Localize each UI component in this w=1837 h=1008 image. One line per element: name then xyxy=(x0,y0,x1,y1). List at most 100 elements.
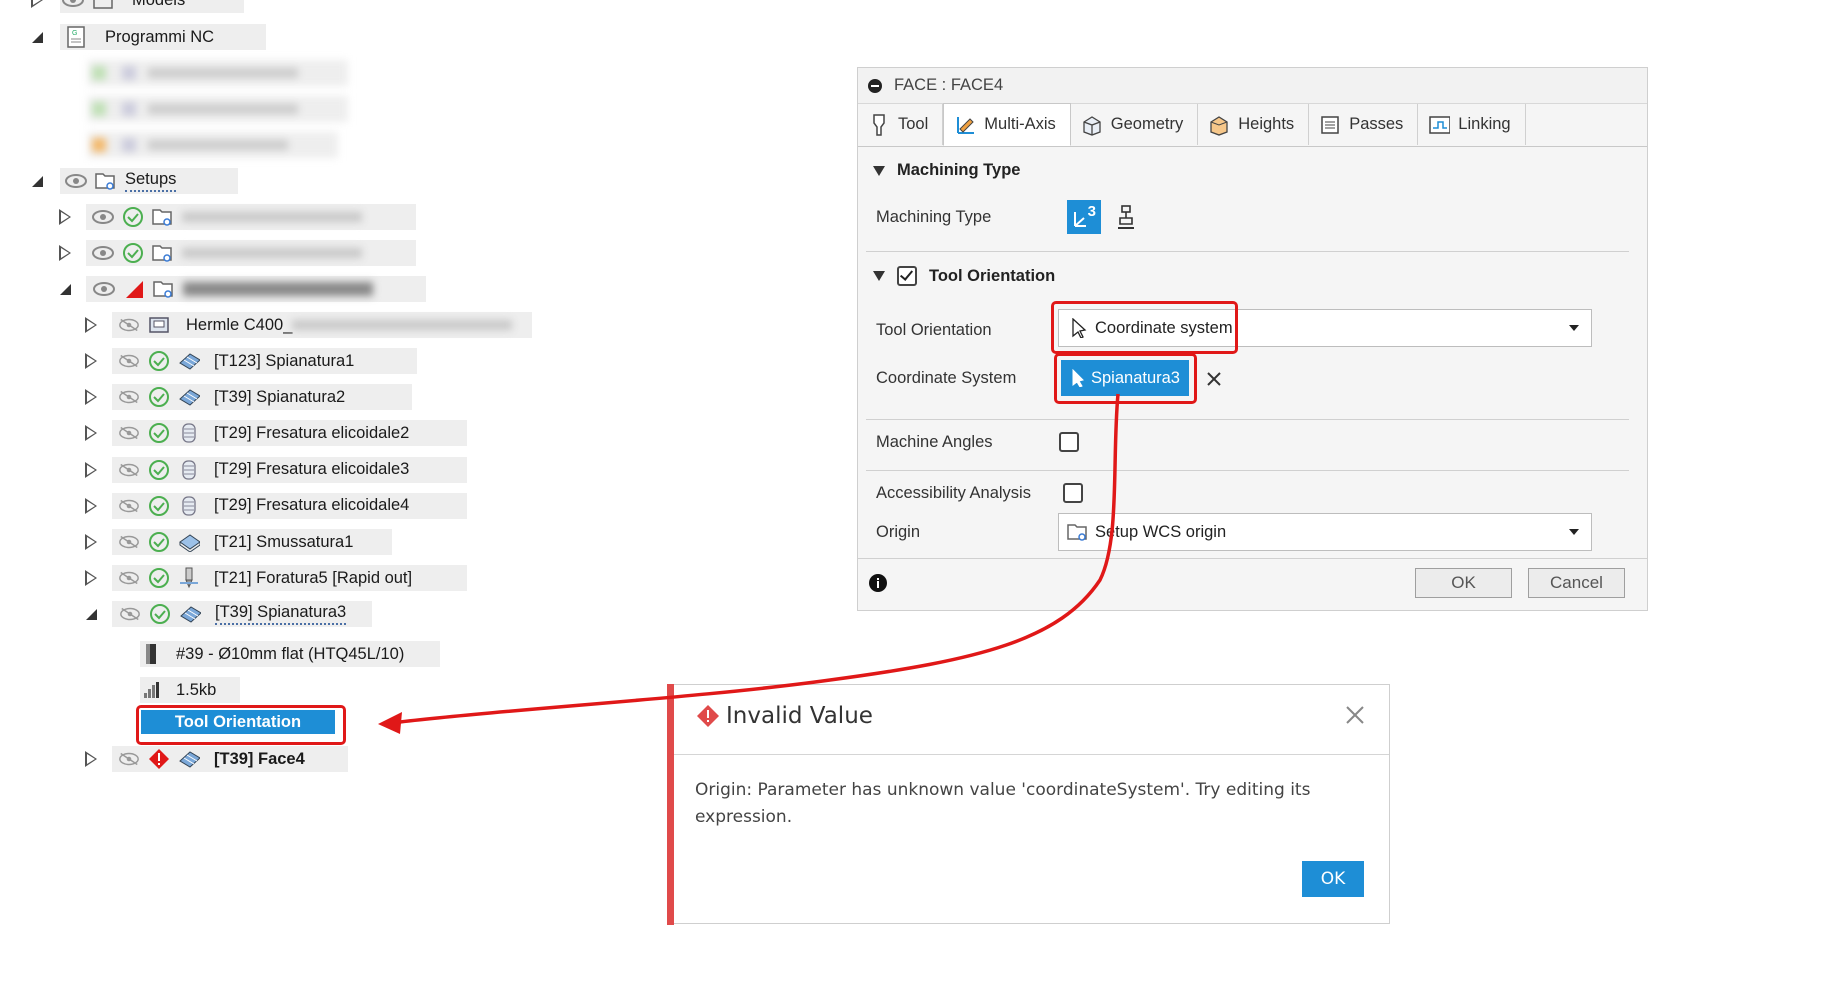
machine-angles-label: Machine Angles xyxy=(876,433,993,451)
eye-hidden-icon[interactable] xyxy=(118,314,140,336)
tree-row-nc-blurred[interactable] xyxy=(88,95,348,123)
machining-type-3axis-button[interactable]: 3 xyxy=(1067,200,1101,234)
tree-row-tool[interactable]: #39 - Ø10mm flat (HTQ45L/10) xyxy=(140,640,440,668)
tree-row-models[interactable]: Models xyxy=(31,0,244,14)
expand-icon[interactable] xyxy=(59,209,71,225)
section-title: Machining Type xyxy=(897,161,1021,179)
eye-icon[interactable] xyxy=(65,170,87,192)
collapse-icon[interactable] xyxy=(32,31,43,43)
popup-ok-button[interactable]: OK xyxy=(1302,861,1364,897)
error-diamond-icon xyxy=(148,748,170,770)
face-dialog: FACE : FACE4 Tool Multi-Axis Geometry He… xyxy=(857,67,1648,611)
tree-row-operation[interactable]: [T29] Fresatura elicoidale4 xyxy=(85,492,467,520)
info-icon[interactable] xyxy=(868,573,888,593)
ok-button[interactable]: OK xyxy=(1415,568,1512,598)
expand-icon[interactable] xyxy=(85,425,97,442)
divider xyxy=(674,754,1389,755)
expand-icon[interactable] xyxy=(85,461,97,478)
collapse-icon[interactable] xyxy=(60,283,71,295)
expand-icon[interactable] xyxy=(59,245,71,261)
section-machining-type[interactable]: Machining Type xyxy=(873,161,1020,180)
dropdown-caret-icon[interactable] xyxy=(1569,529,1579,535)
machine-angles-checkbox[interactable] xyxy=(1059,432,1079,452)
invalid-value-popup: Invalid Value Origin: Parameter has unkn… xyxy=(667,684,1390,925)
eye-hidden-icon[interactable] xyxy=(118,567,140,589)
tree-row-face4[interactable]: [T39] Face4 xyxy=(85,745,348,773)
section-collapse-icon[interactable] xyxy=(873,271,885,281)
origin-label: Origin xyxy=(876,523,921,541)
tree-label-machine: Hermle C400_ xyxy=(186,315,293,334)
cancel-button[interactable]: Cancel xyxy=(1528,568,1625,598)
accessibility-analysis-checkbox[interactable] xyxy=(1063,483,1083,503)
tree-row-setups[interactable]: Setups xyxy=(32,167,238,195)
collapse-icon[interactable] xyxy=(32,175,43,187)
tab-passes[interactable]: Passes xyxy=(1309,104,1419,145)
models-icon xyxy=(92,0,114,11)
section-tool-orientation[interactable]: Tool Orientation xyxy=(873,266,1055,286)
tree-row-nc-programs[interactable]: G Programmi NC xyxy=(32,23,266,51)
eye-hidden-icon[interactable] xyxy=(118,422,140,444)
tab-label: Tool xyxy=(898,115,929,133)
eye-hidden-icon[interactable] xyxy=(118,531,140,553)
clear-selection-icon[interactable] xyxy=(1207,372,1221,386)
tab-multi-axis[interactable]: Multi-Axis xyxy=(943,103,1071,146)
eye-icon[interactable] xyxy=(92,242,114,264)
tab-geometry[interactable]: Geometry xyxy=(1071,104,1199,145)
origin-value: Setup WCS origin xyxy=(1095,522,1227,541)
tree-row-operation[interactable]: [T123] Spianatura1 xyxy=(85,347,417,375)
eye-hidden-icon[interactable] xyxy=(119,603,141,625)
error-accent-bar xyxy=(667,684,674,925)
tab-tool[interactable]: Tool xyxy=(858,104,944,145)
tree-row-operation[interactable]: [T21] Smussatura1 xyxy=(85,528,392,556)
tree-row-operation[interactable]: [T39] Spianatura2 xyxy=(85,383,412,411)
tree-row-operation[interactable]: [T29] Fresatura elicoidale3 xyxy=(85,456,467,484)
face-operation-icon xyxy=(178,350,200,372)
tree-row-nc-blurred[interactable] xyxy=(88,131,338,159)
tab-linking[interactable]: Linking xyxy=(1418,104,1526,145)
face-operation-icon xyxy=(179,603,201,625)
tree-row-nc-blurred[interactable] xyxy=(88,59,348,87)
eye-hidden-icon[interactable] xyxy=(118,350,140,372)
eye-icon[interactable] xyxy=(62,0,84,11)
eye-hidden-icon[interactable] xyxy=(118,495,140,517)
dialog-title-bar[interactable]: FACE : FACE4 xyxy=(858,68,1647,104)
tool-tab-icon xyxy=(868,113,890,136)
tree-row-machine[interactable]: Hermle C400_ xyxy=(85,311,532,339)
collapse-icon[interactable] xyxy=(868,78,882,93)
tree-row-setup[interactable] xyxy=(59,203,416,231)
bar-chart-icon xyxy=(140,679,162,701)
expand-icon[interactable] xyxy=(85,389,97,406)
tab-label: Heights xyxy=(1238,115,1295,133)
section-collapse-icon[interactable] xyxy=(873,165,885,176)
expand-icon[interactable] xyxy=(85,570,97,587)
annotation-highlight-box xyxy=(1054,353,1197,404)
eye-icon[interactable] xyxy=(93,278,115,300)
tree-row-setup[interactable] xyxy=(59,239,416,267)
expand-icon[interactable] xyxy=(85,317,97,333)
check-ok-icon xyxy=(148,495,170,517)
close-icon[interactable] xyxy=(1345,705,1365,725)
collapse-icon[interactable] xyxy=(86,608,97,620)
setup-folder-icon xyxy=(152,206,174,228)
expand-icon[interactable] xyxy=(85,497,97,514)
tree-row-operation[interactable]: [T29] Fresatura elicoidale2 xyxy=(85,419,467,447)
tab-heights[interactable]: Heights xyxy=(1198,104,1310,145)
tree-row-operation[interactable]: [T21] Foratura5 [Rapid out] xyxy=(85,564,467,592)
tree-row-setup-active[interactable] xyxy=(60,275,426,303)
expand-icon[interactable] xyxy=(85,534,97,550)
expand-icon[interactable] xyxy=(85,353,97,369)
expand-icon[interactable] xyxy=(85,751,97,767)
dialog-title: FACE : FACE4 xyxy=(894,76,1004,94)
browser-tree: Models G Programmi NC xyxy=(0,0,560,800)
eye-hidden-icon[interactable] xyxy=(118,459,140,481)
dropdown-caret-icon[interactable] xyxy=(1569,325,1579,331)
tool-orientation-checkbox[interactable] xyxy=(897,266,917,286)
tree-row-operation[interactable]: [T39] Spianatura3 xyxy=(86,600,372,628)
machining-type-multi-axis-button[interactable] xyxy=(1111,202,1141,232)
expand-icon[interactable] xyxy=(31,0,43,8)
origin-select[interactable]: Setup WCS origin xyxy=(1058,513,1592,551)
eye-hidden-icon[interactable] xyxy=(118,748,140,770)
eye-icon[interactable] xyxy=(92,206,114,228)
eye-hidden-icon[interactable] xyxy=(118,386,140,408)
tree-row-size[interactable]: 1.5kb xyxy=(140,676,240,704)
